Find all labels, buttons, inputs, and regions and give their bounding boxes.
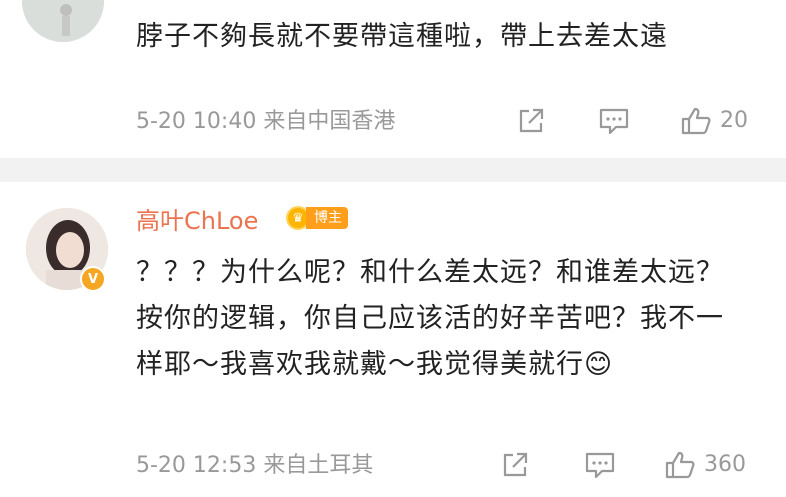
comment-text: 脖子不夠長就不要帶這種啦，帶上去差太遠 xyxy=(136,21,668,52)
verified-badge-icon: V xyxy=(80,266,106,292)
share-button[interactable] xyxy=(516,106,546,136)
comment-item-2: V 高叶ChLoe ♛ 博主 ？？？为什么呢？和什么差太远？和谁差太远？按你的逻… xyxy=(0,182,786,497)
username[interactable]: 高叶ChLoe xyxy=(136,206,258,236)
comment-text: ？？？为什么呢？和什么差太远？和谁差太远？按你的逻辑，你自己应该活的好辛苦吧？我… xyxy=(136,257,724,380)
like-button[interactable]: 20 xyxy=(680,106,748,136)
comment-item-1: 脖子不夠長就不要帶這種啦，帶上去差太遠 5-20 10:40 来自中国香港 20 xyxy=(0,0,786,158)
comment-location: 来自中国香港 xyxy=(263,109,396,134)
like-count: 20 xyxy=(720,108,748,133)
share-icon xyxy=(519,108,544,133)
like-count: 360 xyxy=(704,452,746,477)
avatar[interactable] xyxy=(22,0,104,42)
thumbs-up-icon xyxy=(681,107,711,135)
comment-time: 5-20 12:53 xyxy=(136,453,257,478)
share-icon xyxy=(503,452,528,477)
comment-icon xyxy=(599,108,629,135)
reply-button[interactable] xyxy=(598,106,630,136)
comment-meta: 5-20 10:40 来自中国香港 xyxy=(136,108,395,136)
badge-label: 博主 xyxy=(306,207,348,229)
comment-icon xyxy=(585,452,615,479)
reply-button[interactable] xyxy=(584,450,616,480)
like-button[interactable]: 360 xyxy=(664,450,746,480)
avatar-photo-icon xyxy=(22,0,104,42)
thumbs-up-icon xyxy=(665,451,695,479)
comment-time: 5-20 10:40 xyxy=(136,109,257,134)
blogger-badge: ♛ 博主 xyxy=(286,206,348,230)
comment-location: 来自土耳其 xyxy=(263,453,374,478)
share-button[interactable] xyxy=(500,450,530,480)
comment-meta: 5-20 12:53 来自土耳其 xyxy=(136,452,373,480)
comment-divider xyxy=(0,158,786,182)
